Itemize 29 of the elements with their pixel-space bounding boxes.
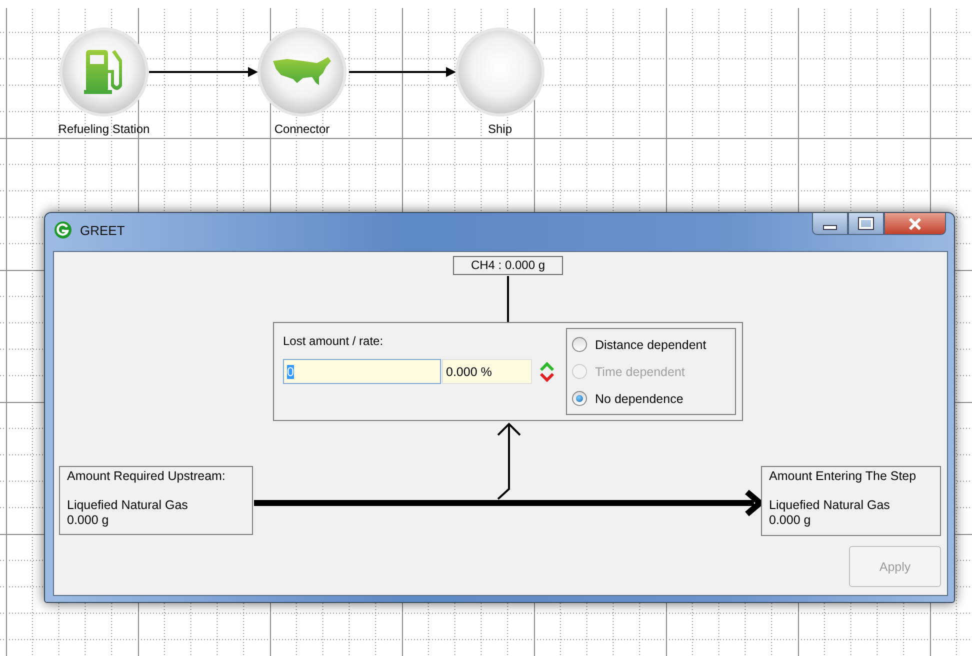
resource-name: Liquefied Natural Gas: [769, 498, 891, 513]
up-down-arrows-icon[interactable]: [539, 360, 555, 382]
window-title: GREET: [80, 222, 125, 238]
resource-name: Liquefied Natural Gas: [67, 498, 189, 513]
node-label: Refueling Station: [57, 122, 151, 136]
input-field[interactable]: 0: [283, 359, 441, 384]
app-logo-icon: [54, 221, 72, 239]
close-button[interactable]: [884, 213, 946, 235]
panel-heading: Amount Required Upstream:: [67, 469, 226, 484]
rate-field[interactable]: 0.000 %: [442, 359, 532, 384]
process-node[interactable]: [456, 28, 544, 116]
radio-button[interactable]: [572, 391, 587, 406]
fuel-pump-icon: [84, 50, 122, 94]
radio-label: Time dependent: [595, 364, 685, 378]
radio-label: No dependence: [595, 392, 684, 406]
amount-value: 0.000 g: [67, 513, 110, 528]
maximize-button[interactable]: [848, 213, 884, 235]
radio-label: Distance dependent: [595, 338, 706, 352]
radio-button[interactable]: [572, 337, 587, 352]
close-icon: [908, 218, 922, 230]
connector-line: [507, 276, 509, 322]
emission-label: CH4 : 0.000 g: [453, 256, 563, 275]
panel-heading: Amount Entering The Step: [769, 469, 918, 484]
minimize-button[interactable]: [812, 213, 848, 235]
node-label: Ship: [486, 122, 514, 136]
node-label: Connector: [273, 122, 331, 136]
map-icon: [273, 57, 331, 85]
amount-value: 0.000 g: [769, 513, 812, 528]
loss-label: Lost amount / rate:: [283, 334, 384, 348]
